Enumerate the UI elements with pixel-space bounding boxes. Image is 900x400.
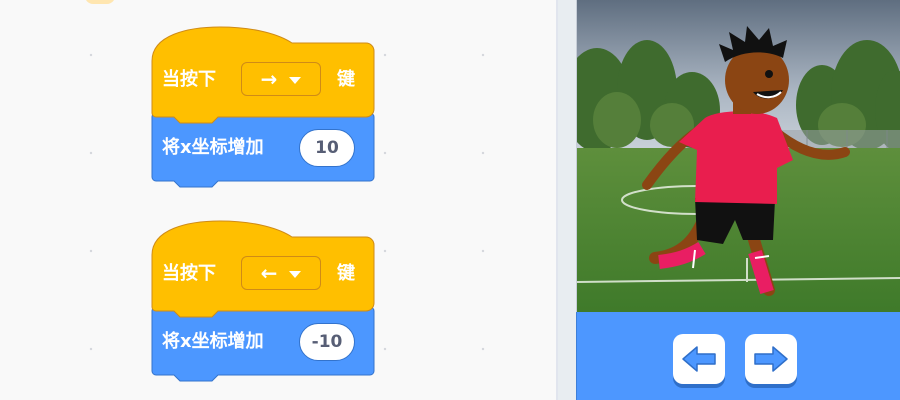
script-blocks-shape xyxy=(151,26,375,188)
panel-gap xyxy=(558,0,576,400)
soccer-field-backdrop xyxy=(577,0,900,312)
left-arrow-icon xyxy=(682,346,716,372)
change-x-label: 将x坐标增加 xyxy=(162,137,264,158)
dropdown-caret-icon xyxy=(289,76,302,84)
left-arrow-button[interactable] xyxy=(673,334,725,384)
right-arrow-icon xyxy=(754,346,788,372)
key-suffix-label: 键 xyxy=(337,69,355,90)
change-x-value-input[interactable]: 10 xyxy=(299,129,355,167)
key-dropdown-value: ← xyxy=(260,261,278,285)
key-dropdown[interactable]: ← xyxy=(241,256,321,290)
stage[interactable] xyxy=(576,0,900,312)
dropdown-caret-icon xyxy=(289,270,302,278)
script-blocks-shape xyxy=(151,220,375,382)
code-workspace[interactable]: 当按下 → 键 将x坐标增加 10 当按下 ← 键 将x坐标增加 -10 xyxy=(0,0,556,400)
key-dropdown[interactable]: → xyxy=(241,62,321,96)
key-dropdown-value: → xyxy=(260,67,278,91)
change-x-value: 10 xyxy=(315,138,339,158)
key-suffix-label: 键 xyxy=(337,263,355,284)
arrow-controls-bar xyxy=(576,312,900,400)
change-x-value-input[interactable]: -10 xyxy=(299,323,355,361)
change-x-label: 将x坐标增加 xyxy=(162,331,264,352)
offscreen-block-edge xyxy=(85,0,115,4)
when-key-pressed-label: 当按下 xyxy=(162,69,216,90)
change-x-value: -10 xyxy=(311,332,343,352)
when-key-pressed-label: 当按下 xyxy=(162,263,216,284)
right-arrow-button[interactable] xyxy=(745,334,797,384)
